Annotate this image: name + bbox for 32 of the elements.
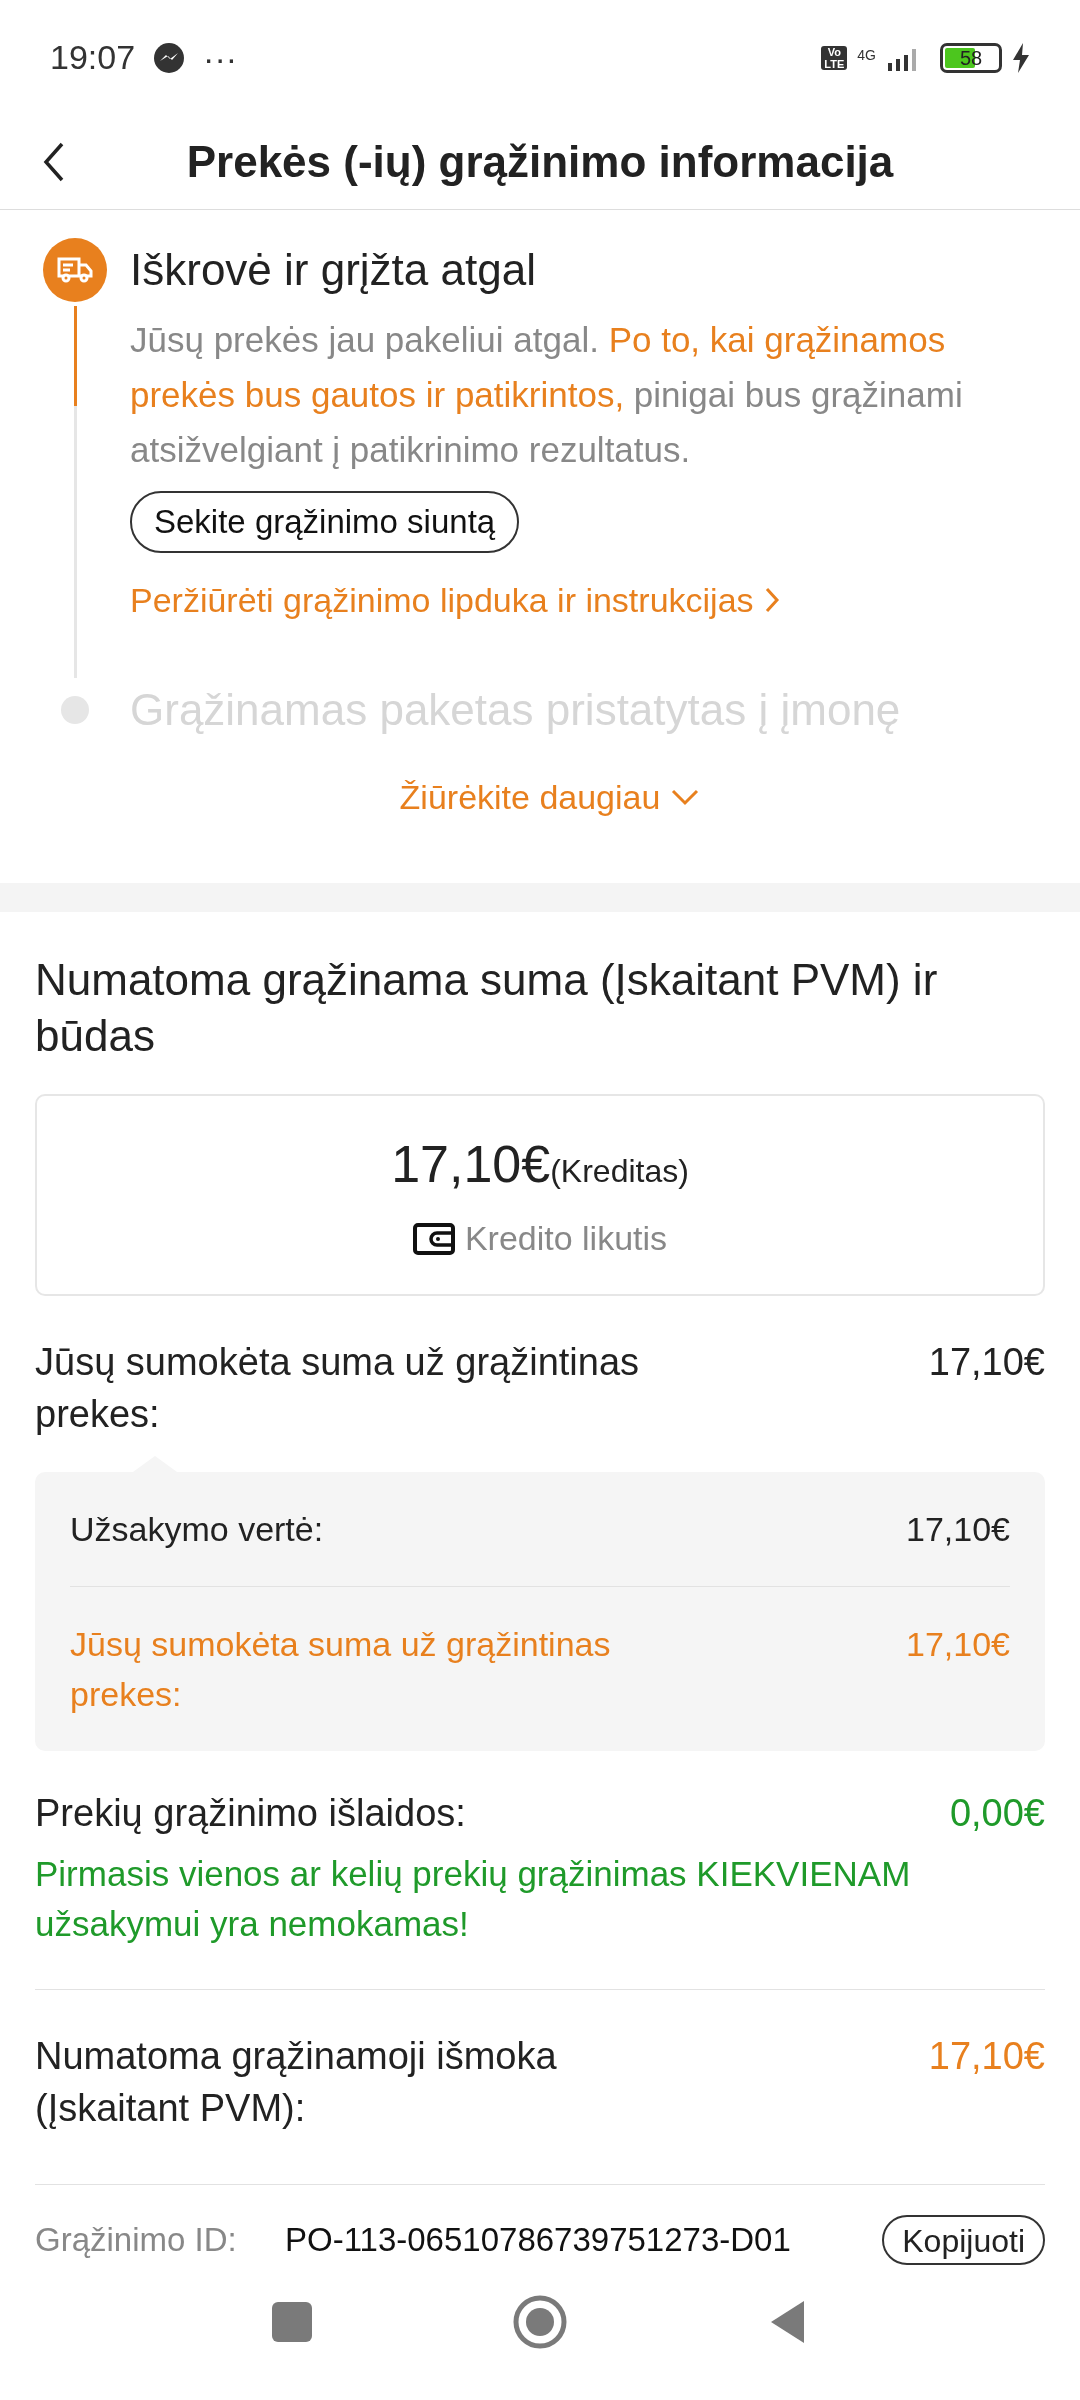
section-heading: Numatoma grąžinama suma (Įskaitant PVM) ir būdas bbox=[35, 953, 939, 1062]
row-value: 17,10€ bbox=[928, 2033, 1045, 2079]
refund-amount: 17,10€(Kreditas) bbox=[391, 1134, 689, 1196]
free-return-note: Pirmasis vienos ar kelių prekių grąžinimas KIEKVIENAM užsakymui yra nemokamas! bbox=[35, 1852, 912, 1945]
return-id-label: Grąžinimo ID: bbox=[35, 2219, 238, 2260]
recent-apps-button[interactable] bbox=[272, 2302, 312, 2343]
home-button[interactable] bbox=[512, 2294, 568, 2351]
chevron-right-icon bbox=[763, 586, 780, 615]
network-type: 4G bbox=[857, 45, 876, 65]
messenger-icon bbox=[153, 41, 186, 74]
refund-method: Kredito likutis bbox=[464, 1218, 668, 1260]
chevron-down-icon bbox=[670, 788, 701, 807]
row-label: Numatoma grąžinamoji išmoka (Įskaitant PVM): bbox=[35, 2033, 558, 2131]
row-value: 17,10€ bbox=[906, 1623, 1010, 1665]
row-label: Jūsų sumokėta suma už grąžintinas prekes: bbox=[35, 1339, 641, 1437]
row-label: Jūsų sumokėta suma už grąžintinas prekes: bbox=[70, 1623, 612, 1715]
row-label: Prekių grąžinimo išlaidos: bbox=[35, 1790, 466, 1836]
row-label: Užsakymo vertė: bbox=[70, 1508, 324, 1550]
page-title: Prekės (-ių) grąžinimo informacija bbox=[185, 136, 895, 189]
step-title: Iškrovė ir grįžta atgal bbox=[130, 243, 537, 296]
row-value: 0,00€ bbox=[949, 1790, 1045, 1836]
back-icon[interactable] bbox=[42, 141, 66, 184]
copy-button[interactable]: Kopijuoti bbox=[882, 2214, 1045, 2265]
track-return-button[interactable]: Sekite grąžinimo siuntą bbox=[130, 490, 520, 553]
more-notifications: ··· bbox=[203, 40, 238, 75]
row-value: 17,10€ bbox=[906, 1508, 1010, 1550]
row-value: 17,10€ bbox=[928, 1339, 1045, 1385]
volte-badge: Vo LTE bbox=[821, 45, 848, 70]
status-time: 19:07 bbox=[50, 37, 136, 79]
wallet-icon bbox=[412, 1221, 455, 1256]
step-description: Jūsų prekės jau pakeliui atgal. Po to, kai grąžinamos prekės bus gautos ir patikrintos, pinigai bus grąžinami atsižvelgiant į patikrinimo rezultatus. bbox=[130, 318, 964, 471]
return-id-value: PO-113-06510786739751273-D01 bbox=[285, 2219, 792, 2260]
